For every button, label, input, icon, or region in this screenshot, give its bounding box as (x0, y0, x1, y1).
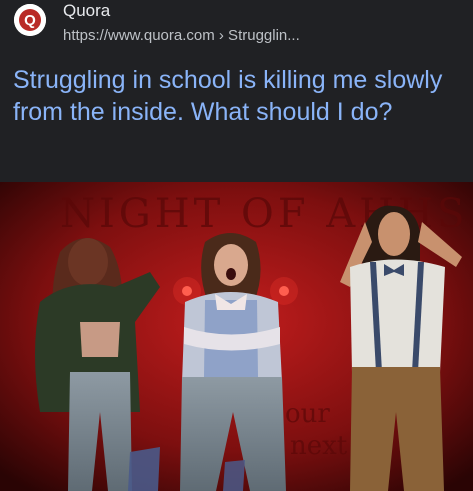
search-result-card[interactable]: Q Quora https://www.quora.com › Struggli… (0, 0, 473, 491)
backdrop-text-next: next (290, 431, 348, 461)
site-name: Quora (63, 1, 111, 20)
stage-photo: NIGHT OF AHHS our next (0, 182, 473, 491)
result-thumbnail[interactable]: NIGHT OF AHHS our next (0, 182, 473, 491)
result-title-link[interactable]: Struggling in school is killing me slowl… (13, 64, 463, 128)
svg-text:Q: Q (24, 12, 36, 29)
site-url[interactable]: https://www.quora.com › Strugglin... (63, 26, 300, 46)
backdrop-text-our: our (285, 399, 330, 429)
result-source[interactable]: Q Quora https://www.quora.com › Struggli… (0, 0, 473, 56)
quora-logo-icon: Q (14, 4, 46, 36)
